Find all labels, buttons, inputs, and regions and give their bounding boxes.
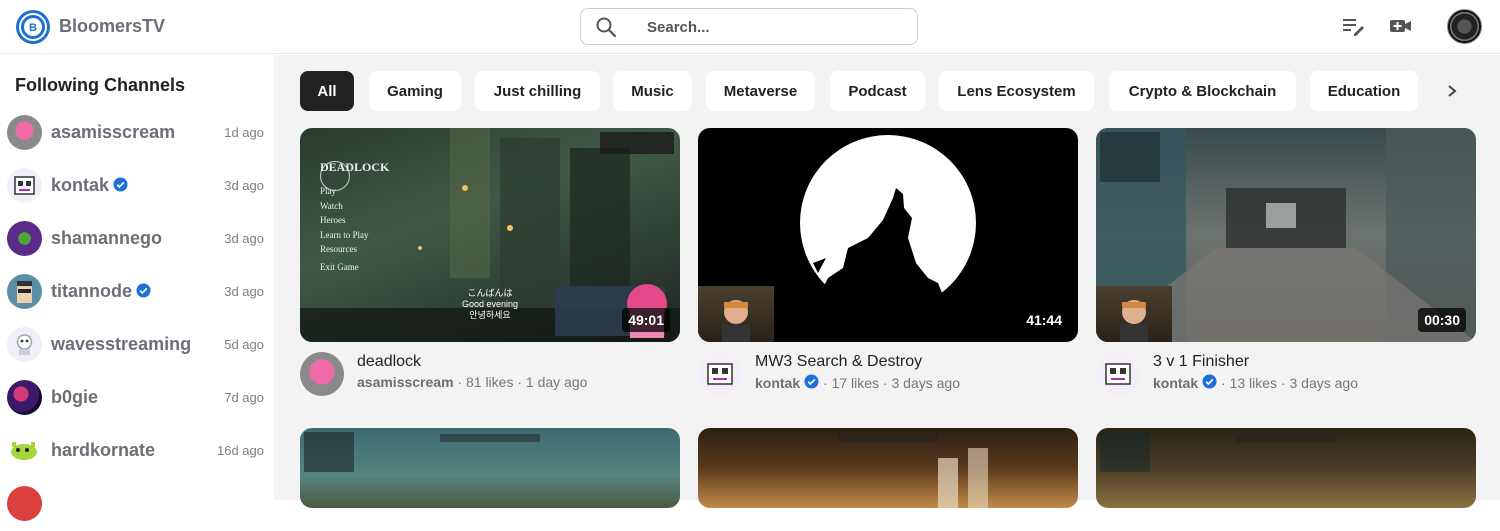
channel-time: 3d ago [224, 284, 264, 299]
top-bar: B BloomersTV [0, 0, 1500, 54]
video-likes: 17 likes [831, 375, 880, 391]
channel-item-wavesstreaming[interactable]: wavesstreaming 5d ago [0, 320, 274, 372]
video-age: 3 days ago [891, 375, 961, 391]
verified-badge-icon [136, 283, 151, 298]
video-channel-name[interactable]: kontak [755, 375, 800, 391]
deadlock-game-menu: Play Watch Heroes Learn to Play Resource… [320, 186, 369, 272]
channel-avatar [7, 486, 42, 521]
channel-avatar [7, 168, 42, 203]
brand-name[interactable]: BloomersTV [59, 16, 165, 37]
verified-badge-icon [113, 177, 128, 192]
user-avatar[interactable] [1447, 9, 1482, 44]
search-icon[interactable] [595, 16, 617, 38]
video-meta: kontak · 13 likes · 3 days ago [1153, 374, 1358, 391]
category-chip-lens-ecosystem[interactable]: Lens Ecosystem [939, 71, 1094, 111]
webcam-overlay [1096, 286, 1172, 342]
main-content: All Gaming Just chilling Music Metaverse… [274, 55, 1500, 508]
category-chip-crypto-blockchain[interactable]: Crypto & Blockchain [1109, 71, 1296, 111]
video-thumbnail-row2-2[interactable] [698, 428, 1078, 508]
svg-text:B: B [29, 22, 37, 34]
channel-name: b0gie [51, 387, 99, 407]
video-duration: 00:30 [1418, 308, 1466, 332]
chevron-right-icon[interactable] [1432, 71, 1472, 111]
video-subtitles: こんばんは Good evening 안녕하세요 [461, 288, 519, 320]
video-title[interactable]: 3 v 1 Finisher [1153, 353, 1249, 371]
channel-time: 3d ago [224, 231, 264, 246]
category-chip-metaverse[interactable]: Metaverse [706, 71, 815, 111]
video-thumbnail[interactable]: DEADLOCK Play Watch Heroes Learn to Play… [300, 128, 680, 342]
video-duration: 41:44 [1020, 308, 1068, 332]
video-thumbnail-row2-1[interactable] [300, 428, 680, 508]
channel-time: 3d ago [224, 178, 264, 193]
channel-avatar [7, 433, 42, 468]
channel-avatar [7, 380, 42, 415]
channel-time: 16d ago [217, 443, 264, 458]
channel-time: 7d ago [224, 390, 264, 405]
search-box[interactable] [580, 8, 918, 45]
channel-item-partial[interactable] [0, 479, 274, 531]
channel-item-shamannego[interactable]: shamannego 3d ago [0, 214, 274, 266]
video-thumbnail-row2-3[interactable] [1096, 428, 1476, 508]
category-chip-podcast[interactable]: Podcast [830, 71, 925, 111]
category-chip-just-chilling[interactable]: Just chilling [475, 71, 600, 111]
channel-avatar [7, 115, 42, 150]
category-chip-education[interactable]: Education [1310, 71, 1418, 111]
playlist-add-icon[interactable] [1340, 13, 1366, 39]
channel-name: kontak [51, 175, 128, 196]
sidebar: Following Channels asamisscream 1d ago k… [0, 55, 274, 521]
channel-item-hardkornate[interactable]: hardkornate 16d ago [0, 426, 274, 478]
verified-badge-icon [804, 374, 819, 389]
video-title[interactable]: deadlock [357, 353, 421, 371]
video-age: 1 day ago [525, 374, 588, 390]
channel-time: 1d ago [224, 125, 264, 140]
deadlock-game-logo: DEADLOCK [320, 160, 390, 174]
channel-name: shamannego [51, 228, 163, 248]
verified-badge-icon [1202, 374, 1217, 389]
webcam-overlay [698, 286, 774, 342]
category-chip-all[interactable]: All [300, 71, 354, 111]
channel-avatar[interactable] [698, 352, 742, 396]
channel-name: asamisscream [51, 122, 176, 142]
video-channel-name[interactable]: asamisscream [357, 374, 454, 390]
video-meta: asamisscream · 81 likes · 1 day ago [357, 374, 588, 390]
video-likes: 81 likes [465, 374, 514, 390]
video-meta: kontak · 17 likes · 3 days ago [755, 374, 960, 391]
channel-item-titannode[interactable]: titannode 3d ago [0, 267, 274, 319]
video-thumbnail[interactable]: 41:44 [698, 128, 1078, 342]
category-chip-music[interactable]: Music [613, 71, 692, 111]
video-thumbnail[interactable]: 00:30 [1096, 128, 1476, 342]
video-camera-icon[interactable] [1388, 13, 1414, 39]
bloomers-logo-icon[interactable]: B [15, 9, 51, 45]
video-title[interactable]: MW3 Search & Destroy [755, 353, 922, 371]
channel-avatar [7, 221, 42, 256]
channel-name: titannode [51, 281, 151, 302]
channel-item-kontak[interactable]: kontak 3d ago [0, 161, 274, 213]
video-duration: 49:01 [622, 308, 670, 332]
channel-avatar[interactable] [300, 352, 344, 396]
video-likes: 13 likes [1229, 375, 1278, 391]
channel-time: 5d ago [224, 337, 264, 352]
channel-item-b0gie[interactable]: b0gie 7d ago [0, 373, 274, 425]
channel-avatar [7, 327, 42, 362]
category-chip-gaming[interactable]: Gaming [369, 71, 461, 111]
search-input[interactable] [647, 17, 887, 37]
following-channels-title: Following Channels [15, 75, 185, 95]
channel-name: hardkornate [51, 440, 156, 460]
video-channel-name[interactable]: kontak [1153, 375, 1198, 391]
channel-name: wavesstreaming [51, 334, 192, 354]
channel-item-asamisscream[interactable]: asamisscream 1d ago [0, 108, 274, 160]
channel-avatar[interactable] [1096, 352, 1140, 396]
video-age: 3 days ago [1289, 375, 1359, 391]
channel-avatar [7, 274, 42, 309]
